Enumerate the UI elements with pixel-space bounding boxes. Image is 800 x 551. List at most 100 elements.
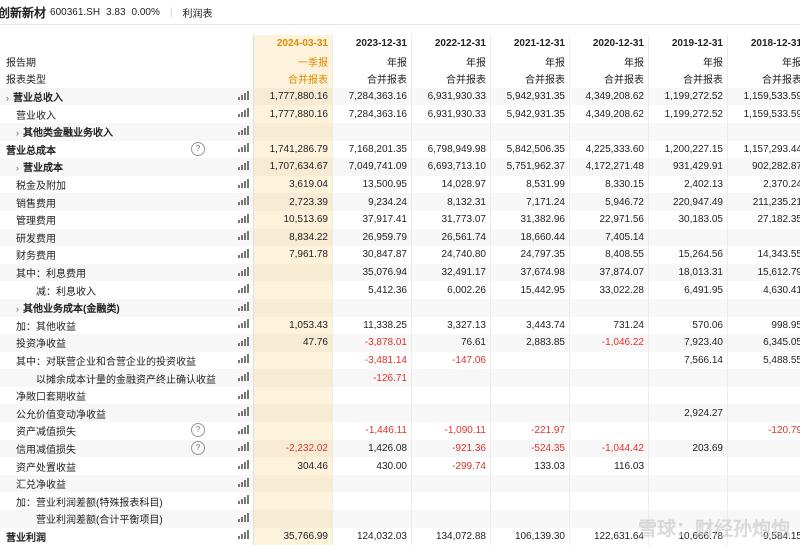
value-cell: 10,513.69 <box>253 210 333 229</box>
value-cell: 3,619.04 <box>253 175 333 194</box>
table-row: 研发费用 8,834.22 26,959.79 26,561.74 18,660.44 7… <box>0 228 800 247</box>
row-label: 加：营业利润差额(特殊报表科目) <box>16 497 163 509</box>
bar-chart-icon[interactable] <box>238 90 249 100</box>
bar-chart-icon[interactable] <box>238 512 249 522</box>
value-cell: 33,022.28 <box>569 281 649 299</box>
bar-chart-icon[interactable] <box>238 143 249 153</box>
bar-chart-icon[interactable] <box>238 160 249 170</box>
row-label-cell[interactable]: › 营业总收入 <box>0 87 211 106</box>
header-divider: | <box>169 6 173 18</box>
row-label-cell: 销售费用 <box>0 193 211 211</box>
value-cell: 15,442.95 <box>490 281 570 299</box>
value-cell <box>332 510 412 528</box>
table-row: 财务费用 7,961.78 30,847.87 24,740.80 24,797.35 8… <box>0 246 800 264</box>
value-cell: 7,284,363.16 <box>332 87 412 106</box>
value-cell <box>727 439 800 458</box>
header-value: 一季报 <box>253 52 333 71</box>
bar-chart-icon[interactable] <box>238 389 249 399</box>
bar-chart-icon[interactable] <box>238 213 249 223</box>
bar-chart-icon[interactable] <box>238 495 249 505</box>
value-cell <box>569 351 649 370</box>
bar-chart-icon[interactable] <box>238 196 249 206</box>
table-row: 信用减值损失? -2,232.02 1,426.08 -921.36 -524.35 -1… <box>0 439 800 458</box>
row-label: 资产处置收益 <box>16 462 76 474</box>
chevron-right-icon[interactable]: › <box>16 304 19 314</box>
chevron-right-icon[interactable]: › <box>16 163 19 173</box>
bar-chart-icon[interactable] <box>238 266 249 276</box>
bar-chart-icon[interactable] <box>238 530 249 540</box>
bar-chart-icon[interactable] <box>238 248 249 258</box>
bar-chart-icon[interactable] <box>238 442 249 452</box>
spark-cell <box>211 263 254 282</box>
spark-cell <box>211 105 254 123</box>
bar-chart-icon[interactable] <box>238 477 249 487</box>
row-label-cell[interactable]: › 营业成本 <box>0 158 211 176</box>
bar-chart-icon[interactable] <box>238 125 249 135</box>
period-date[interactable]: 2022-12-31 <box>411 35 491 53</box>
period-date[interactable]: 2018-12-31 <box>727 35 800 53</box>
bar-chart-icon[interactable] <box>238 424 249 434</box>
bar-chart-icon[interactable] <box>238 336 249 346</box>
tab-income-statement[interactable]: 利润表 <box>183 5 213 20</box>
value-cell: 35,766.99 <box>253 527 333 546</box>
value-cell <box>648 298 728 317</box>
help-icon[interactable]: ? <box>191 141 205 156</box>
value-cell: 1,777,880.16 <box>253 87 333 106</box>
header-value: 合并报表 <box>648 70 728 88</box>
help-icon[interactable]: ? <box>191 440 205 455</box>
table-row: 营业总成本? 1,741,286.79 7,168,201.35 6,798,949.… <box>0 140 800 159</box>
value-cell: -2,232.02 <box>253 439 333 458</box>
spark-cell <box>211 527 254 546</box>
spark-cell <box>211 246 254 264</box>
value-cell: 26,561.74 <box>411 228 491 247</box>
header-value: 合并报表 <box>253 70 333 88</box>
period-date[interactable]: 2019-12-31 <box>648 35 728 53</box>
value-cell: 6,798,949.98 <box>411 140 491 159</box>
value-cell: 4,630.41 <box>727 281 800 299</box>
value-cell: 5,842,506.35 <box>490 140 570 159</box>
table-row: 税金及附加 3,619.04 13,500.95 14,028.97 8,531.99 8… <box>0 175 800 194</box>
bar-chart-icon[interactable] <box>238 372 249 382</box>
chevron-right-icon[interactable]: › <box>16 128 19 138</box>
row-label-cell: 营业总成本? <box>0 141 211 159</box>
table-row: 汇兑净收益 <box>0 474 800 493</box>
table-row: 加：营业利润差额(特殊报表科目) <box>0 492 800 511</box>
table-row: 营业收入 1,777,880.16 7,284,363.16 6,931,930.33… <box>0 105 800 123</box>
value-cell: 134,072.88 <box>411 527 491 546</box>
value-cell: 7,049,741.09 <box>332 158 412 176</box>
row-label-cell[interactable]: › 其他业务成本(金融类) <box>0 298 211 317</box>
value-cell: 6,931,930.33 <box>411 105 491 123</box>
spark-cell <box>211 87 254 106</box>
value-cell <box>253 351 333 370</box>
row-label-cell[interactable]: › 其他类金融业务收入 <box>0 122 211 141</box>
help-icon[interactable]: ? <box>191 423 205 438</box>
value-cell: 203.69 <box>648 439 728 458</box>
value-cell: 116.03 <box>569 457 649 475</box>
value-cell: 6,693,713.10 <box>411 158 491 176</box>
period-date[interactable]: 2020-12-31 <box>569 35 649 53</box>
bar-chart-icon[interactable] <box>238 301 249 311</box>
value-cell <box>253 263 333 282</box>
spark-cell <box>211 281 254 299</box>
bar-chart-icon[interactable] <box>238 284 249 294</box>
table-row: 其中：利息费用 35,076.94 32,491.17 37,674.98 37,874… <box>0 263 800 282</box>
bar-chart-icon[interactable] <box>238 108 249 118</box>
table-row: › 营业成本 1,707,634.67 7,049,741.09 6,693,713.1… <box>0 158 800 176</box>
period-date[interactable]: 2023-12-31 <box>332 35 412 53</box>
row-label: 加：其他收益 <box>16 321 76 333</box>
bar-chart-icon[interactable] <box>238 407 249 417</box>
bar-chart-icon[interactable] <box>238 460 249 470</box>
row-label: 研发费用 <box>16 233 56 245</box>
value-cell: 9,234.24 <box>332 193 412 211</box>
period-date[interactable]: 2024-03-31 <box>253 35 333 53</box>
bar-chart-icon[interactable] <box>238 354 249 364</box>
chevron-right-icon[interactable]: › <box>6 93 9 103</box>
row-label: 以摊余成本计量的金融资产终止确认收益 <box>36 374 216 386</box>
period-date[interactable]: 2021-12-31 <box>490 35 570 53</box>
table-row: 资产减值损失? -1,446.11 -1,090.11 -221.97 -120.79 <box>0 422 800 440</box>
bar-chart-icon[interactable] <box>238 178 249 188</box>
bar-chart-icon[interactable] <box>238 231 249 241</box>
value-cell: 122,631.64 <box>569 527 649 546</box>
bar-chart-icon[interactable] <box>238 319 249 329</box>
row-label: 营业成本 <box>23 163 63 175</box>
